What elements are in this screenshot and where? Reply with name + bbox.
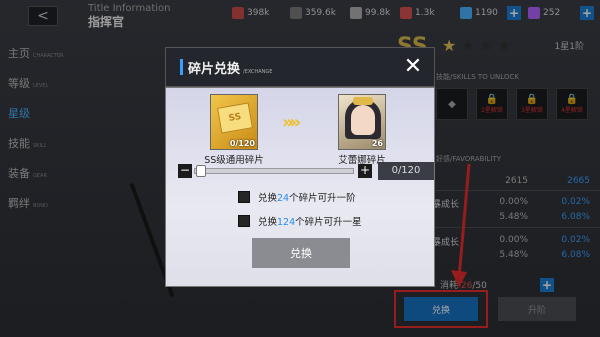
quantity-slider: − + 0/120	[178, 162, 434, 180]
decrease-button[interactable]: −	[178, 164, 192, 178]
arrow-right-icon: »»	[282, 112, 301, 133]
exchange-modal: 碎片兑换/EXCHANGE ✕ SS 0/120 »» 26 SS级通用碎片 艾…	[165, 47, 435, 287]
modal-header: 碎片兑换/EXCHANGE ✕	[165, 47, 435, 87]
checkbox[interactable]	[238, 191, 250, 203]
title-accent	[180, 59, 183, 75]
shard-count: 26	[371, 139, 383, 148]
character-shard-card: 26	[338, 94, 386, 150]
shard-count: 0/120	[229, 139, 255, 148]
crown-icon	[353, 97, 373, 105]
confirm-exchange-button[interactable]: 兑换	[252, 238, 350, 268]
character-face	[351, 105, 375, 135]
shard-ticket-icon: SS	[216, 102, 254, 134]
slider-thumb[interactable]	[196, 165, 206, 177]
close-icon[interactable]: ✕	[400, 54, 426, 80]
slider-track[interactable]	[194, 168, 354, 174]
modal-body: SS 0/120 »» 26 SS级通用碎片 艾蕾娜碎片 − + 0/120 兑…	[165, 87, 435, 287]
option-star-up[interactable]: 兑换124个碎片可升一星	[238, 214, 362, 228]
universal-shard-card: SS 0/120	[210, 94, 258, 150]
quantity-value: 0/120	[378, 162, 434, 180]
increase-button[interactable]: +	[358, 164, 372, 178]
option-rank-up[interactable]: 兑换24个碎片可升一阶	[238, 190, 356, 204]
modal-title: 碎片兑换/EXCHANGE	[188, 62, 273, 77]
checkbox[interactable]	[238, 215, 250, 227]
